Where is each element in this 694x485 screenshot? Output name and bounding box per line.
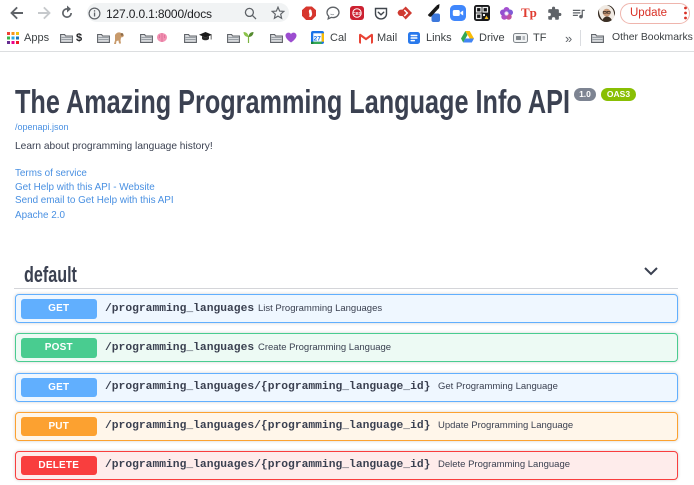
svg-text:CBS: CBS: [352, 11, 362, 16]
svg-text:27: 27: [314, 35, 322, 42]
